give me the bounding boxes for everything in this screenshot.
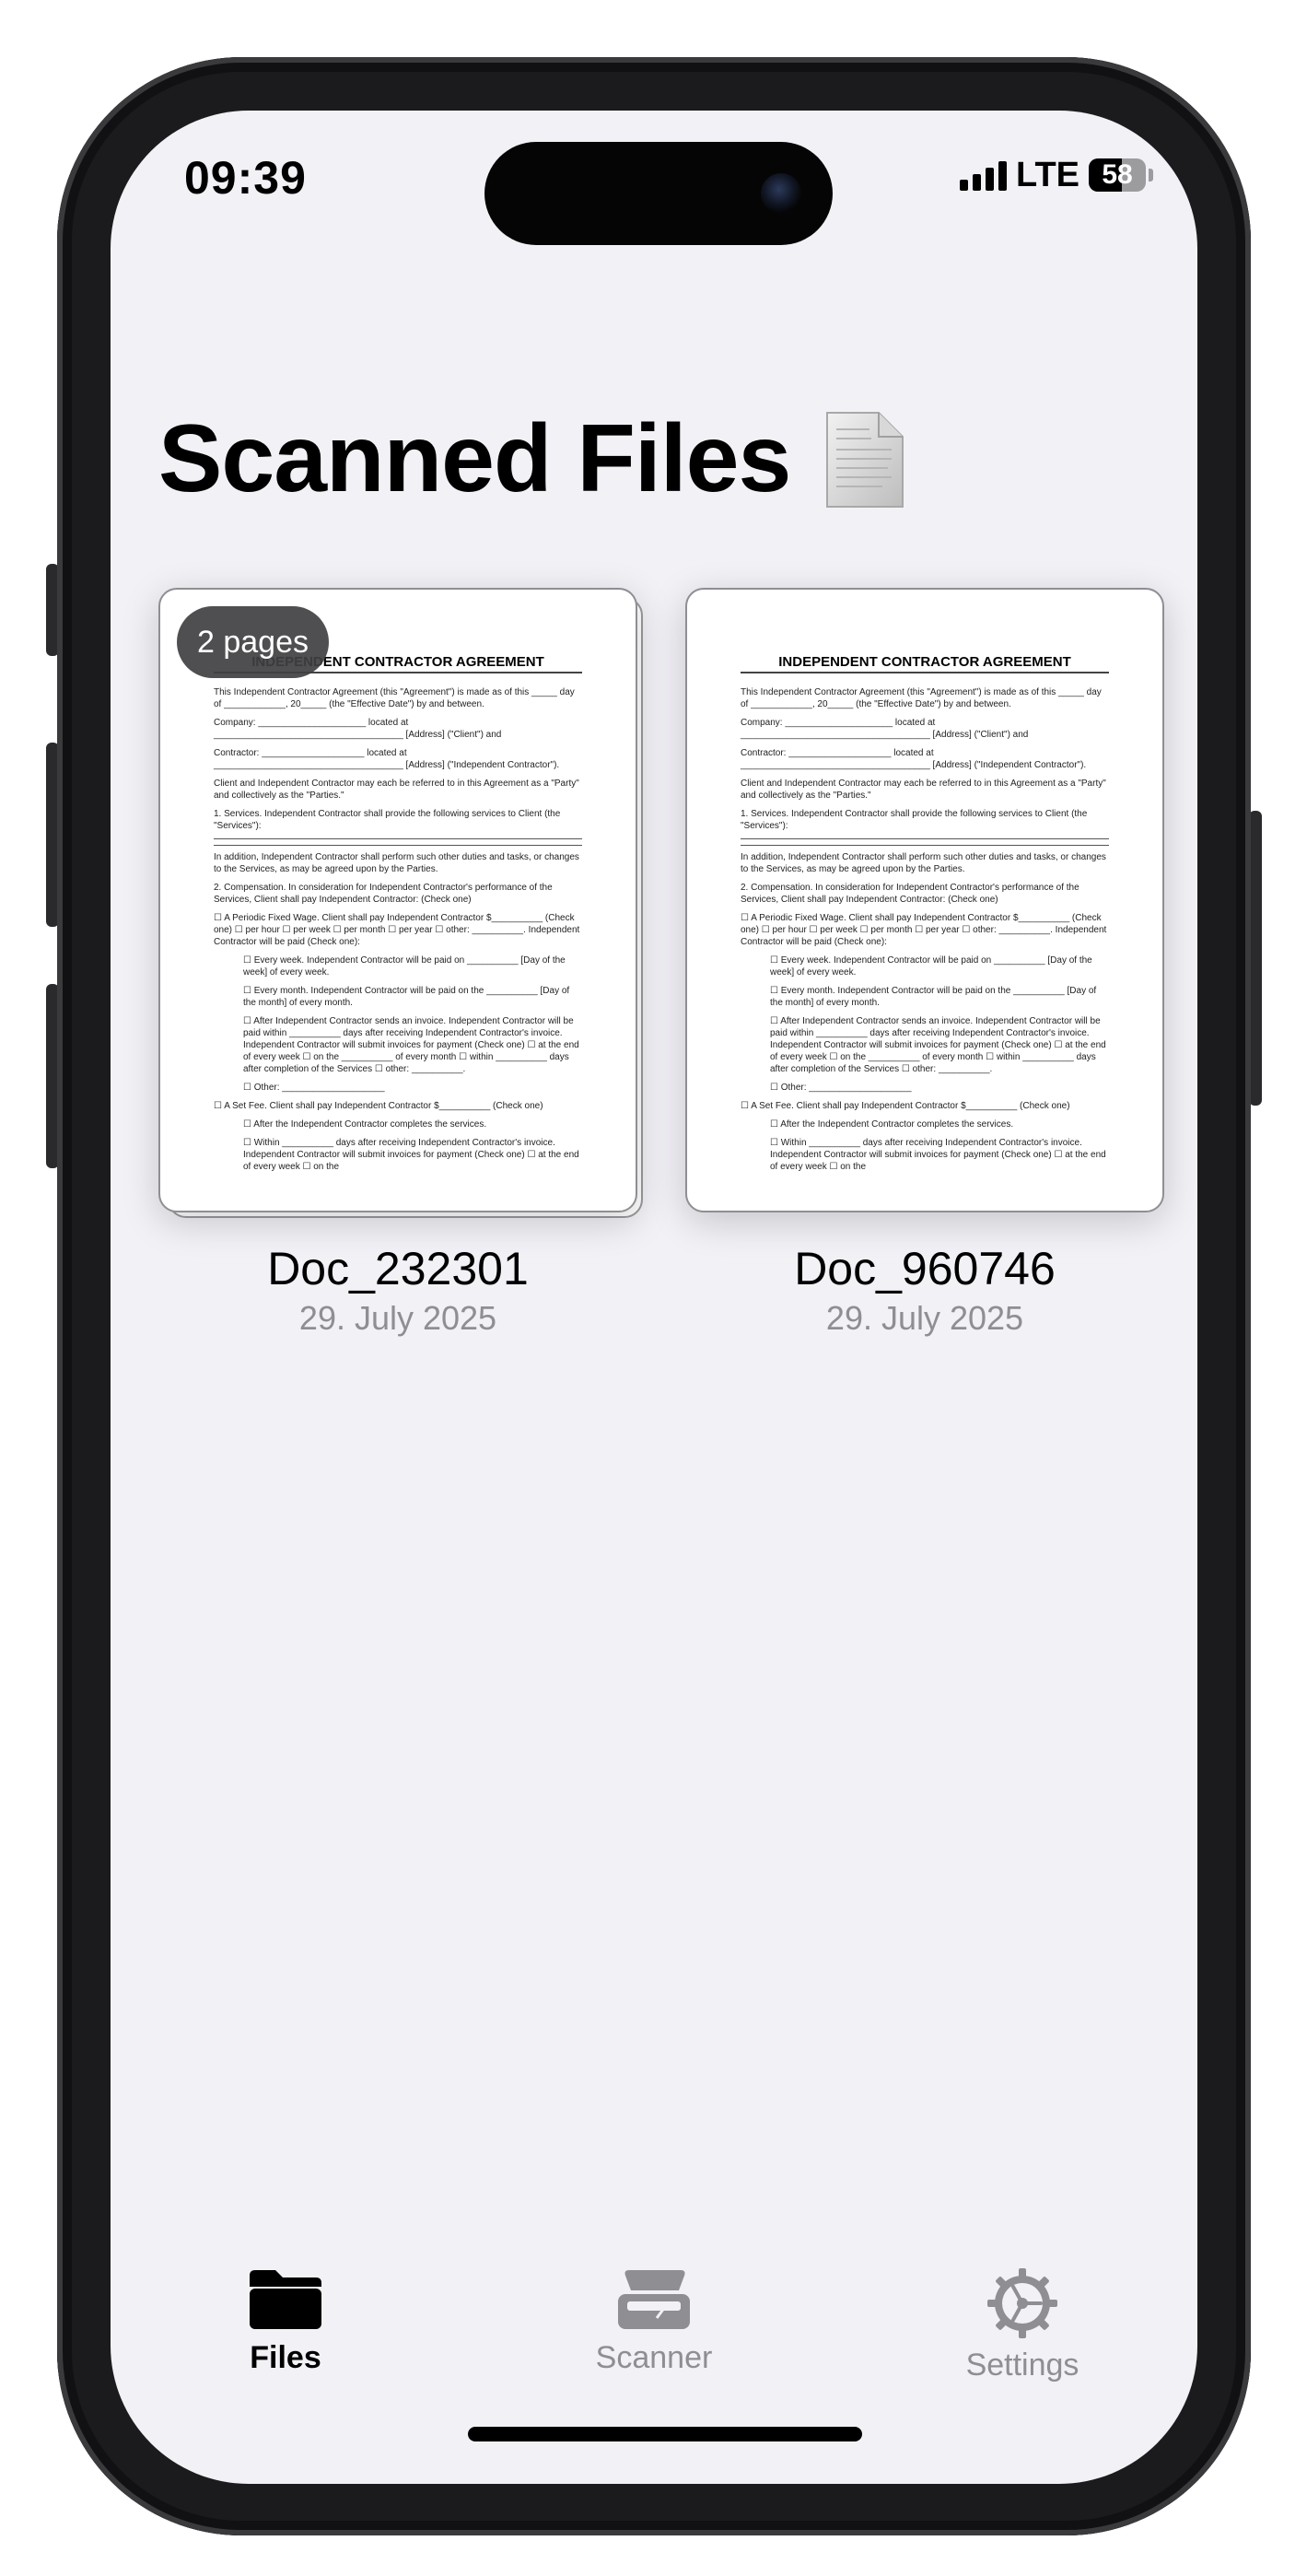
tab-label: Scanner <box>595 2340 713 2375</box>
preview-line: Company: _____________________ located a… <box>214 718 502 740</box>
preview-line: ☐ After the Independent Contractor compl… <box>770 1119 1014 1130</box>
preview-line: ☐ Other: ____________________ <box>243 1083 385 1093</box>
document-card[interactable]: INDEPENDENT CONTRACTOR AGREEMENT This In… <box>158 588 643 1338</box>
tab-bar: Files Scanner Settings <box>111 2266 1197 2395</box>
gear-icon <box>903 2266 1142 2340</box>
preview-line: ☐ Every month. Independent Contractor wi… <box>770 986 1097 1008</box>
document-card[interactable]: INDEPENDENT CONTRACTOR AGREEMENT This In… <box>685 588 1164 1338</box>
blank-line <box>214 845 582 846</box>
page-header: Scanned Files <box>158 404 906 515</box>
network-type: LTE <box>1016 155 1079 194</box>
document-page-preview: INDEPENDENT CONTRACTOR AGREEMENT This In… <box>685 588 1164 1212</box>
document-name[interactable]: Doc_960746 <box>685 1242 1164 1295</box>
preview-line: ☐ A Set Fee. Client shall pay Independen… <box>214 1101 543 1111</box>
cellular-signal-icon <box>960 159 1008 191</box>
document-thumbnail[interactable]: INDEPENDENT CONTRACTOR AGREEMENT This In… <box>685 588 1164 1214</box>
power-button <box>1249 811 1262 1106</box>
camera-icon <box>761 173 801 214</box>
preview-line: 2. Compensation. In consideration for In… <box>214 883 553 905</box>
preview-line: This Independent Contractor Agreement (t… <box>214 687 575 709</box>
preview-line: This Independent Contractor Agreement (t… <box>741 687 1102 709</box>
document-page-preview: INDEPENDENT CONTRACTOR AGREEMENT This In… <box>158 588 637 1212</box>
preview-line: ☐ Every week. Independent Contractor wil… <box>243 955 566 978</box>
blank-line <box>741 838 1109 839</box>
preview-line: In addition, Independent Contractor shal… <box>214 852 579 874</box>
preview-line: 1. Services. Independent Contractor shal… <box>214 809 561 831</box>
preview-line: ☐ Within __________ days after receiving… <box>770 1138 1106 1172</box>
preview-line: 1. Services. Independent Contractor shal… <box>741 809 1088 831</box>
tab-label: Files <box>250 2340 321 2375</box>
preview-line: Client and Independent Contractor may ea… <box>214 779 579 801</box>
preview-line: Company: _____________________ located a… <box>741 718 1029 740</box>
preview-line: ☐ Other: ____________________ <box>770 1083 912 1093</box>
preview-line: ☐ Within __________ days after receiving… <box>243 1138 579 1172</box>
preview-line: Client and Independent Contractor may ea… <box>741 779 1106 801</box>
preview-line: ☐ A Periodic Fixed Wage. Client shall pa… <box>741 913 1107 947</box>
preview-line: ☐ A Set Fee. Client shall pay Independen… <box>741 1101 1070 1111</box>
status-indicators: LTE 58 <box>960 155 1153 194</box>
scanner-icon <box>534 2266 774 2333</box>
preview-line: 2. Compensation. In consideration for In… <box>741 883 1079 905</box>
document-thumbnail[interactable]: INDEPENDENT CONTRACTOR AGREEMENT This In… <box>158 588 643 1218</box>
page-content: INDEPENDENT CONTRACTOR AGREEMENT This In… <box>214 655 582 1179</box>
preview-line: In addition, Independent Contractor shal… <box>741 852 1106 874</box>
battery-percentage: 58 <box>1102 159 1133 190</box>
home-indicator[interactable] <box>468 2427 862 2441</box>
blank-line <box>741 845 1109 846</box>
tab-settings[interactable]: Settings <box>903 2266 1142 2383</box>
preview-line: Contractor: ____________________ located… <box>214 748 560 770</box>
page-title: Scanned Files <box>158 405 791 512</box>
document-name[interactable]: Doc_232301 <box>158 1242 637 1295</box>
folder-icon <box>166 2266 405 2333</box>
preview-line: ☐ After Independent Contractor sends an … <box>243 1016 579 1074</box>
tab-files[interactable]: Files <box>166 2266 405 2376</box>
page-content: INDEPENDENT CONTRACTOR AGREEMENT This In… <box>741 655 1109 1179</box>
preview-line: Contractor: ____________________ located… <box>741 748 1087 770</box>
status-time: 09:39 <box>184 152 307 204</box>
screen: 09:39 LTE 58 Scanned Files INDEPENDENT C… <box>111 111 1197 2484</box>
preview-line: ☐ Every month. Independent Contractor wi… <box>243 986 570 1008</box>
preview-line: ☐ After Independent Contractor sends an … <box>770 1016 1106 1074</box>
preview-line: ☐ A Periodic Fixed Wage. Client shall pa… <box>214 913 580 947</box>
blank-line <box>214 838 582 839</box>
document-date: 29. July 2025 <box>298 1299 497 1337</box>
battery-cap <box>1149 169 1153 181</box>
page-count-badge: 2 pages <box>177 606 329 678</box>
document-icon <box>823 409 906 515</box>
preview-line: ☐ Every week. Independent Contractor wil… <box>770 955 1092 978</box>
tab-label: Settings <box>965 2348 1079 2383</box>
preview-title: INDEPENDENT CONTRACTOR AGREEMENT <box>741 655 1109 673</box>
preview-line: ☐ After the Independent Contractor compl… <box>243 1119 487 1130</box>
document-date: 29. July 2025 <box>825 1299 1024 1337</box>
tab-scanner[interactable]: Scanner <box>534 2266 774 2376</box>
battery-icon: 58 <box>1089 158 1146 192</box>
dynamic-island <box>484 142 833 245</box>
